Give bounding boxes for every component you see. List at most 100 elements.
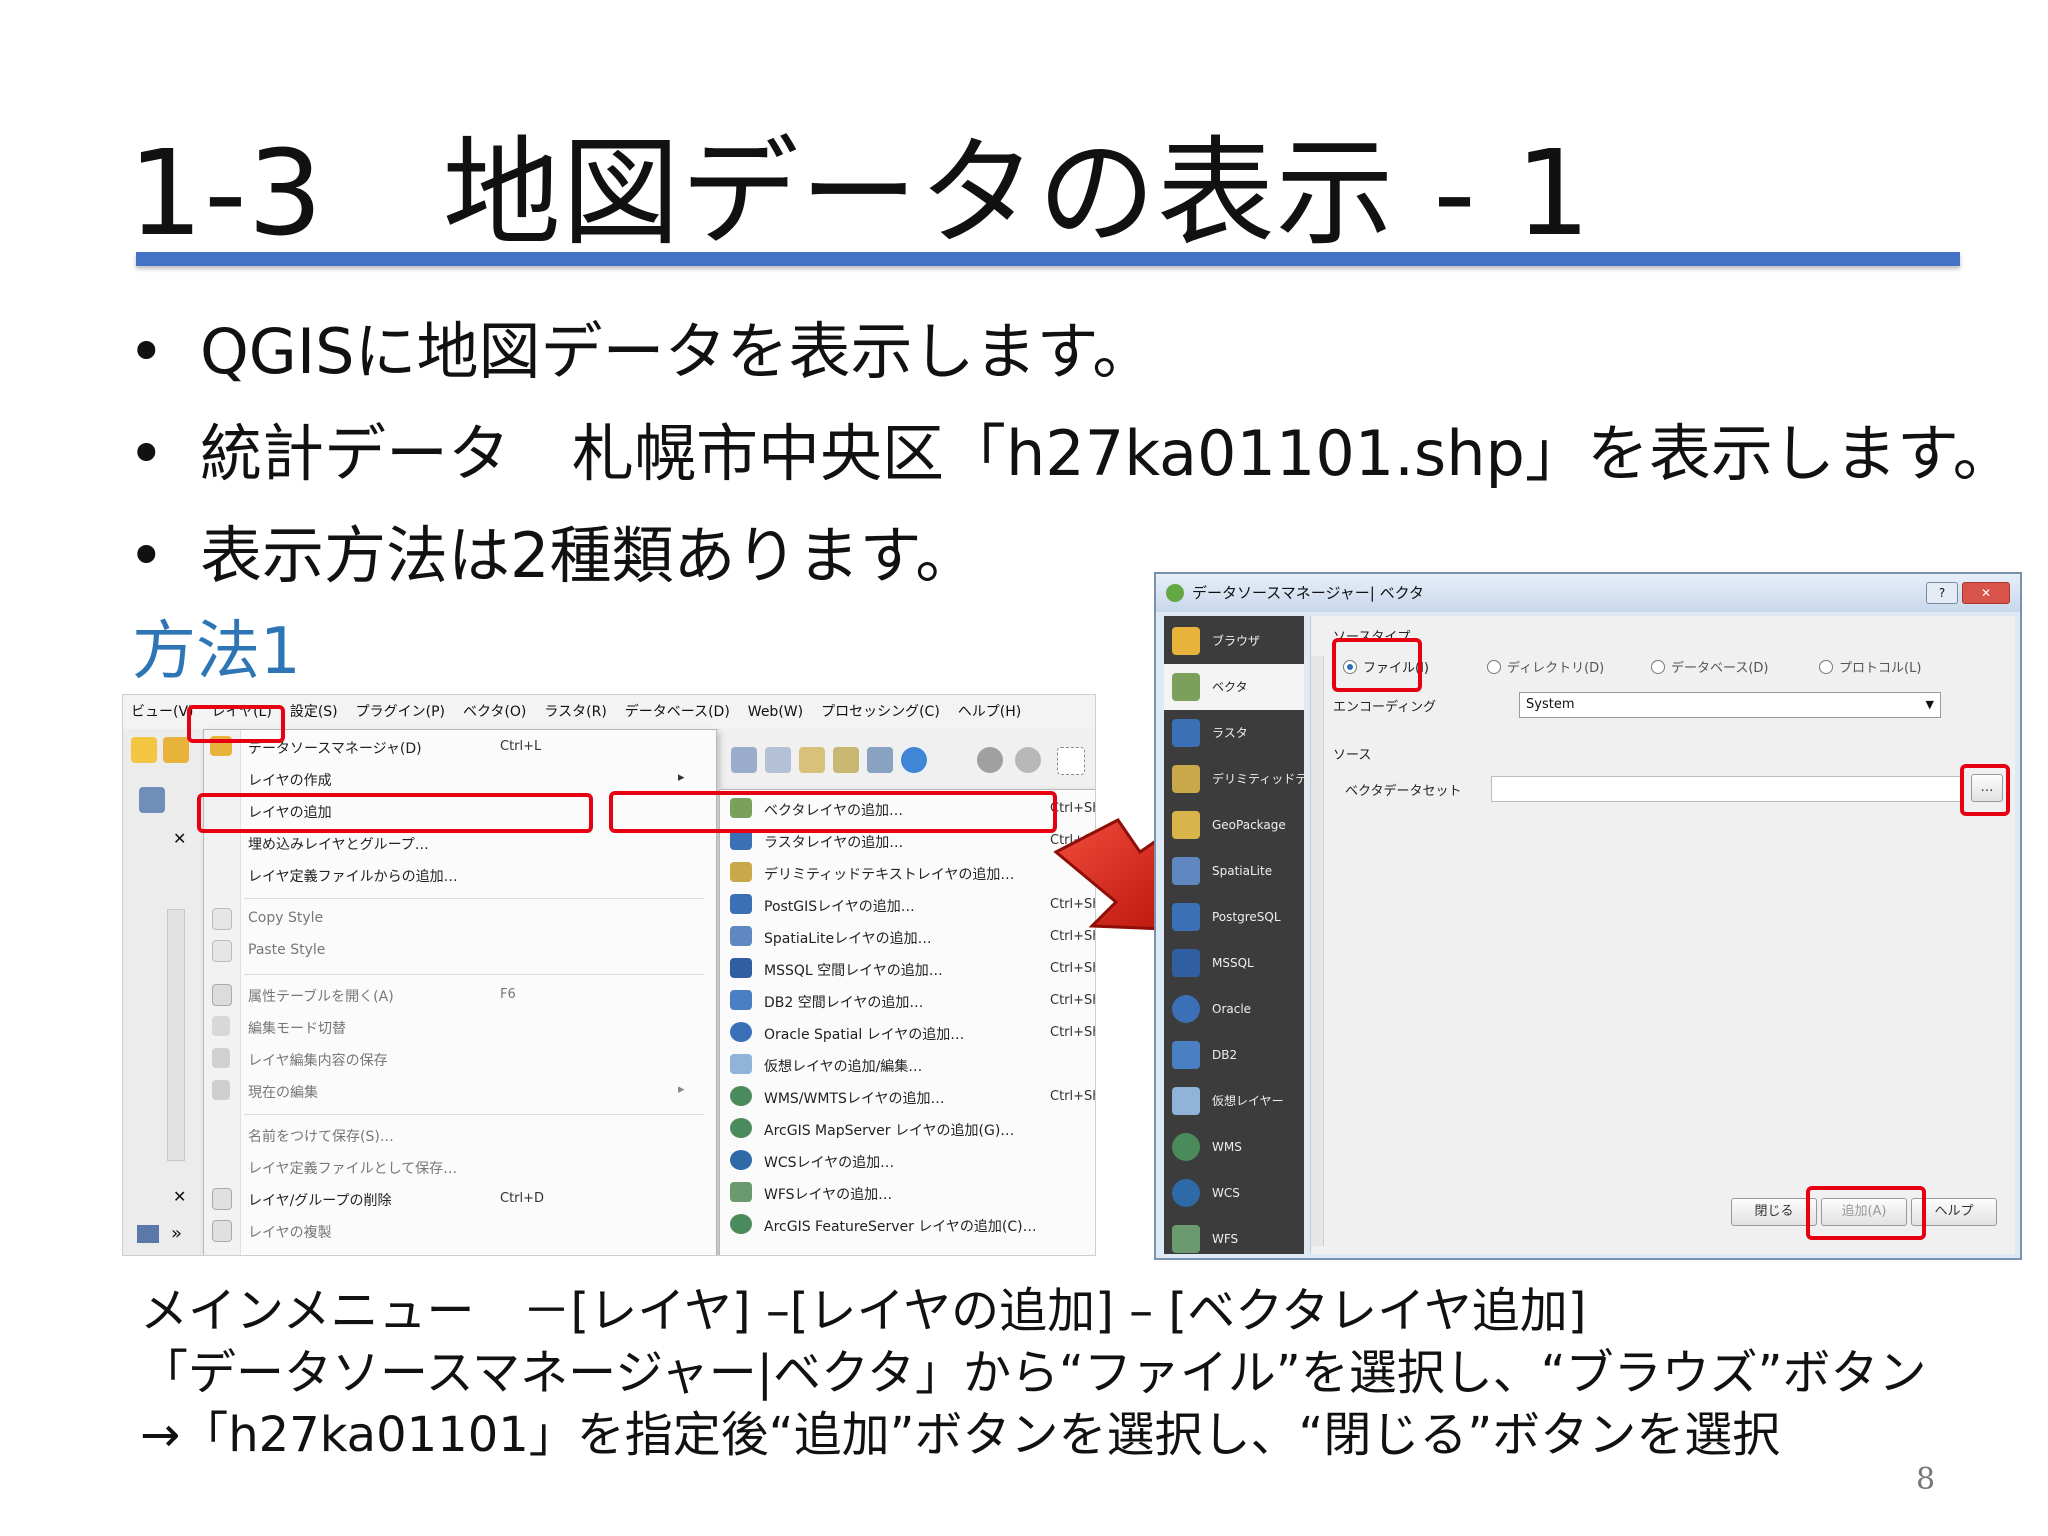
sidebar-item-label: MSSQL [1212, 956, 1254, 970]
encoding-select[interactable]: System ▼ [1519, 692, 1941, 718]
pan-icon[interactable] [731, 747, 757, 773]
menu-item-add-postgis[interactable]: PostGISレイヤの追加… [764, 896, 915, 916]
menu-item-paste-style[interactable]: Paste Style [248, 942, 325, 958]
sidebar-item-postgresql[interactable]: PostgreSQL [1164, 894, 1304, 940]
help-window-button[interactable]: ? [1926, 582, 1958, 604]
sidebar-item-label: WCS [1212, 1186, 1240, 1200]
menu-separator [244, 898, 704, 899]
attribute-table-icon [212, 984, 232, 1006]
menu-plugins[interactable]: プラグイン(P) [356, 695, 445, 729]
radio-directory[interactable] [1487, 660, 1501, 674]
sidebar-item-spatialite[interactable]: SpatiaLite [1164, 848, 1304, 894]
sidebar-item-mssql[interactable]: MSSQL [1164, 940, 1304, 986]
select-rect-icon[interactable] [1057, 747, 1085, 775]
menu-item-remove-layer[interactable]: レイヤ/グループの削除 [248, 1190, 391, 1210]
menu-item-add-spatialite[interactable]: SpatiaLiteレイヤの追加… [764, 928, 932, 948]
caption-line: →「h27ka01101」を指定後“追加”ボタンを選択し、“閉じる”ボタンを選択 [140, 1407, 1781, 1463]
menu-item-duplicate-layer[interactable]: レイヤの複製 [248, 1222, 332, 1242]
menu-item-add-db2[interactable]: DB2 空間レイヤの追加… [764, 992, 923, 1012]
menu-item-add-raster-layer[interactable]: ラスタレイヤの追加… [764, 832, 903, 852]
menu-item-save-edits[interactable]: レイヤ編集内容の保存 [248, 1050, 388, 1070]
menu-item-add-arcgis-mapserver[interactable]: ArcGIS MapServer レイヤの追加(G)… [764, 1120, 1014, 1140]
db2-icon [730, 990, 752, 1010]
radio-database[interactable] [1651, 660, 1665, 674]
menu-item-embed-layers[interactable]: 埋め込みレイヤとグループ… [248, 834, 429, 854]
pan-selection-icon[interactable] [765, 747, 791, 773]
bullet-text: QGISに地図データを表示します。 [200, 315, 1155, 388]
menu-help[interactable]: ヘルプ(H) [958, 695, 1021, 729]
menu-item-create-layer[interactable]: レイヤの作成 [248, 770, 332, 790]
shortcut-label: Ctrl+Shift+W [1050, 1089, 1095, 1104]
dsm-sidebar: ブラウザ ベクタ ラスタ デリミティッドテキスト GeoPackage Spat… [1164, 616, 1343, 1254]
sidebar-item-vector[interactable]: ベクタ [1164, 664, 1304, 710]
menu-item-add-oracle[interactable]: Oracle Spatial レイヤの追加… [764, 1024, 964, 1044]
menu-item-add-from-definition[interactable]: レイヤ定義ファイルからの追加… [248, 866, 458, 886]
layer-tool-icon[interactable] [139, 787, 165, 813]
qgis-logo-icon [1166, 584, 1184, 602]
open-project-icon[interactable] [163, 737, 189, 763]
identify-icon[interactable] [977, 747, 1003, 773]
menu-item-add-mssql[interactable]: MSSQL 空間レイヤの追加… [764, 960, 943, 980]
sidebar-item-wfs[interactable]: WFS [1164, 1216, 1304, 1258]
layer-order-icon[interactable] [137, 1225, 159, 1243]
pane-scrollbar[interactable] [1311, 656, 1324, 1246]
dataset-path-input[interactable] [1491, 776, 1963, 802]
menu-item-add-wms[interactable]: WMS/WMTSレイヤの追加… [764, 1088, 944, 1108]
menu-database[interactable]: データベース(D) [625, 695, 730, 729]
menu-vector[interactable]: ベクタ(O) [463, 695, 526, 729]
menu-web[interactable]: Web(W) [748, 695, 803, 729]
encoding-value: System [1526, 697, 1575, 712]
sidebar-item-label: ラスタ [1212, 726, 1248, 740]
sidebar-item-label: 仮想レイヤー [1212, 1094, 1284, 1108]
menu-item-add-wfs[interactable]: WFSレイヤの追加… [764, 1184, 892, 1204]
close-button[interactable]: 閉じる [1731, 1198, 1817, 1226]
radio-protocol[interactable] [1819, 660, 1833, 674]
copy-style-icon [212, 908, 232, 930]
menu-item-add-arcgis-featureserver[interactable]: ArcGIS FeatureServer レイヤの追加(C)… [764, 1216, 1037, 1236]
menu-processing[interactable]: プロセッシング(C) [821, 695, 940, 729]
menu-item-save-as[interactable]: 名前をつけて保存(S)… [248, 1126, 394, 1146]
new-project-icon[interactable] [131, 737, 157, 763]
sidebar-item-raster[interactable]: ラスタ [1164, 710, 1304, 756]
close-panel-icon[interactable]: ✕ [173, 1187, 186, 1206]
sidebar-item-virtual-layer[interactable]: 仮想レイヤー [1164, 1078, 1304, 1124]
sidebar-item-delimited-text[interactable]: デリミティッドテキスト [1164, 756, 1343, 802]
folder-icon [1172, 627, 1200, 655]
shortcut-label: Ctrl+Shift+2 [1050, 993, 1095, 1008]
zoom-native-icon[interactable] [833, 747, 859, 773]
menu-settings[interactable]: 設定(S) [290, 695, 338, 729]
menu-view[interactable]: ビュー(V) [131, 695, 194, 729]
instruction-caption: メインメニュー －[レイヤ] –[レイヤの追加] – [ベクタレイヤ追加] 「デ… [140, 1280, 1927, 1466]
sidebar-item-oracle[interactable]: Oracle [1164, 986, 1304, 1032]
sidebar-item-label: ベクタ [1212, 680, 1248, 694]
shortcut-label: Ctrl+Shift+M [1050, 961, 1095, 976]
menu-item-toggle-editing[interactable]: 編集モード切替 [248, 1018, 346, 1038]
menu-raster[interactable]: ラスタ(R) [544, 695, 606, 729]
expand-icon[interactable]: » [171, 1223, 182, 1244]
sidebar-item-db2[interactable]: DB2 [1164, 1032, 1304, 1078]
bookmark-icon[interactable] [867, 747, 893, 773]
close-panel-icon[interactable]: ✕ [173, 829, 186, 848]
sidebar-item-browser[interactable]: ブラウザ [1164, 618, 1304, 664]
menu-item-add-delimited-text[interactable]: デリミティッドテキストレイヤの追加… [764, 864, 1014, 884]
bullet-item: • 統計データ 札幌市中央区「h27ka01101.shp」を表示します。 [128, 414, 2015, 494]
method-label: 方法1 [132, 615, 301, 689]
qgis-menu-screenshot: ビュー(V) レイヤ(L) 設定(S) プラグイン(P) ベクタ(O) ラスタ(R) データ… [122, 694, 1096, 1256]
menu-item-add-wcs[interactable]: WCSレイヤの追加… [764, 1152, 894, 1172]
highlight-add-layer [197, 793, 593, 833]
menu-item-copy-style[interactable]: Copy Style [248, 910, 323, 926]
close-window-button[interactable]: ✕ [1962, 582, 2010, 604]
menu-item-save-definition[interactable]: レイヤ定義ファイルとして保存… [248, 1158, 457, 1178]
sidebar-item-geopackage[interactable]: GeoPackage [1164, 802, 1304, 848]
sidebar-item-wms[interactable]: WMS [1164, 1124, 1304, 1170]
sidebar-item-wcs[interactable]: WCS [1164, 1170, 1304, 1216]
dataset-label: ベクタデータセット [1345, 784, 1462, 799]
menu-item-current-edits[interactable]: 現在の編集 [248, 1082, 318, 1102]
refresh-icon[interactable] [901, 747, 927, 773]
menu-item-open-attribute-table[interactable]: 属性テーブルを開く(A) [248, 986, 394, 1006]
menu-item-add-virtual-layer[interactable]: 仮想レイヤの追加/編集… [764, 1056, 922, 1076]
zoom-layer-icon[interactable] [799, 747, 825, 773]
bullet-symbol: • [128, 417, 165, 490]
select-icon[interactable] [1015, 747, 1041, 773]
panel-scrollbar[interactable] [167, 909, 185, 1161]
